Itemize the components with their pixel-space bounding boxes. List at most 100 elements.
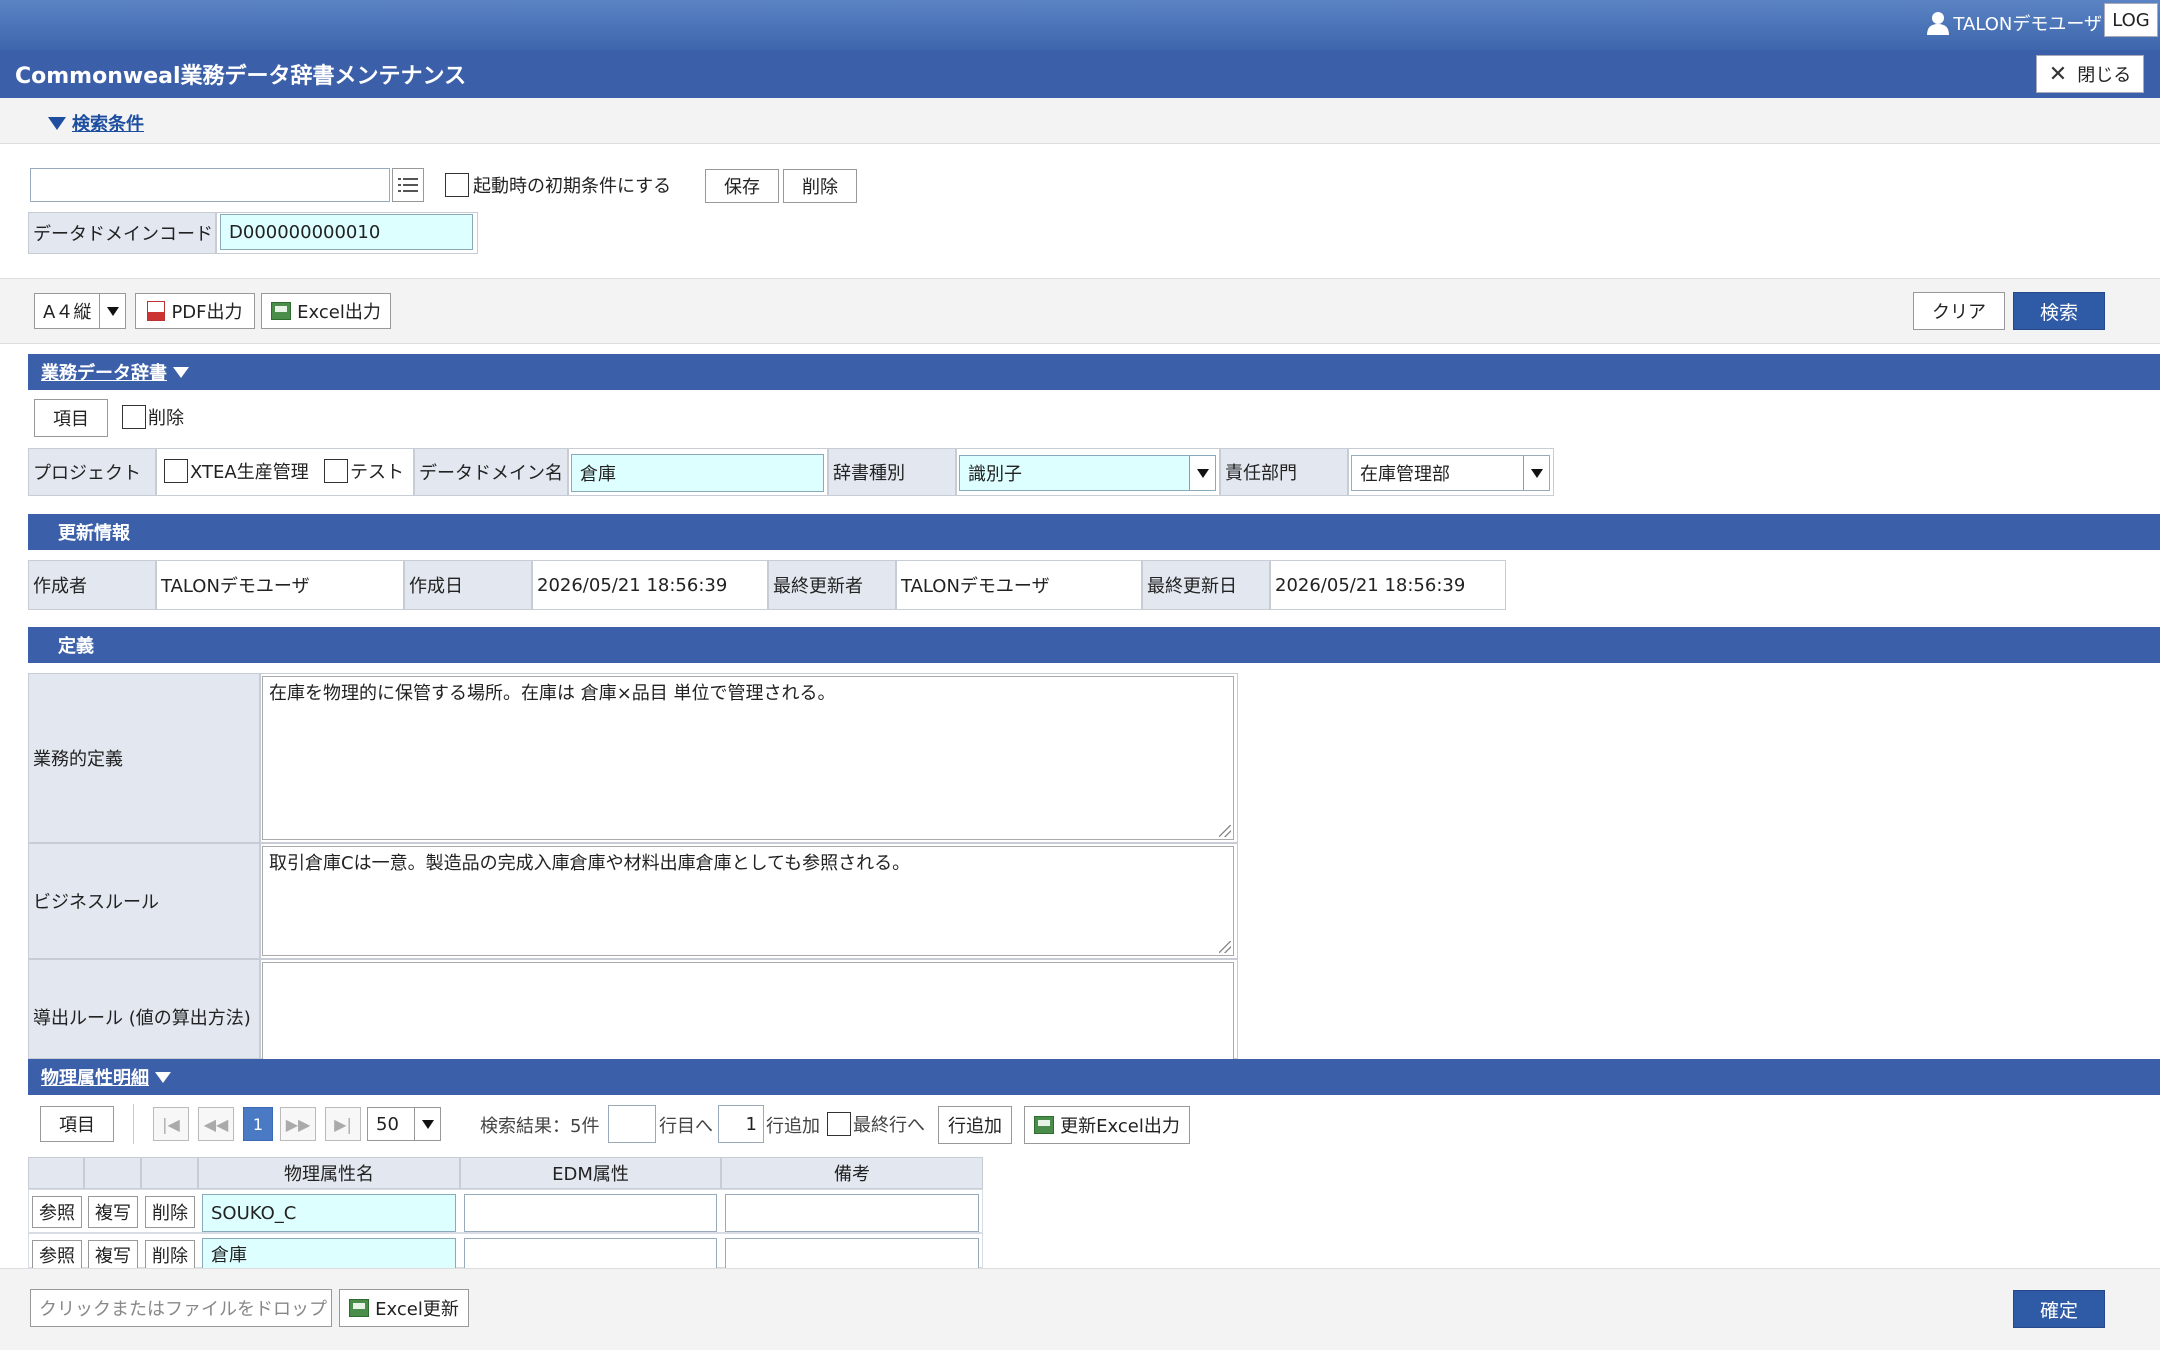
domain-name-input[interactable]: 倉庫: [571, 454, 824, 492]
file-drop-input[interactable]: クリックまたはファイルをドロップ: [30, 1289, 332, 1327]
goto-row-input[interactable]: [608, 1105, 656, 1143]
first-page-icon[interactable]: |◀: [153, 1107, 189, 1141]
dict-type-select[interactable]: 識別子: [959, 455, 1216, 491]
excel-icon: [271, 302, 292, 320]
result-count: 検索結果：5件: [480, 1116, 600, 1137]
divider: [133, 1104, 134, 1144]
confirm-button[interactable]: 確定: [2013, 1290, 2105, 1328]
definition-title: 定義: [58, 636, 94, 657]
resize-grip-icon[interactable]: [1219, 941, 1231, 953]
triangle-down-icon: [48, 116, 66, 130]
table-header-blank: [84, 1157, 141, 1189]
business-def-text: 在庫を物理的に保管する場所。在庫は 倉庫×品目 単位で管理される。: [269, 683, 836, 704]
next-page-icon[interactable]: ▶▶: [280, 1107, 316, 1141]
close-button[interactable]: ✕ 閉じる: [2036, 55, 2144, 93]
updated-date-value: 2026/05/21 18:56:39: [1270, 560, 1506, 610]
dict-type-label: 辞書種別: [828, 448, 956, 496]
last-page-icon[interactable]: ▶|: [325, 1107, 361, 1141]
physical-name-input[interactable]: 倉庫: [202, 1238, 456, 1268]
dept-select[interactable]: 在庫管理部: [1351, 455, 1550, 491]
checkbox[interactable]: [324, 459, 348, 483]
search-conditions-toggle[interactable]: 検索条件: [48, 110, 144, 136]
note-input[interactable]: [725, 1194, 979, 1232]
search-button[interactable]: 検索: [2013, 292, 2105, 330]
excel-update-button[interactable]: Excel更新: [339, 1289, 469, 1327]
delete-row-button[interactable]: 削除: [145, 1240, 195, 1268]
business-rule-label: ビジネスルール: [28, 843, 260, 959]
domain-name-label: データドメイン名: [414, 448, 568, 496]
add-row-count-input[interactable]: 1: [718, 1105, 764, 1143]
dept-label: 責任部門: [1220, 448, 1348, 496]
physical-name-input[interactable]: SOUKO_C: [202, 1194, 456, 1232]
project-option-label: XTEA生産管理: [190, 462, 309, 483]
condition-name-input[interactable]: [30, 168, 390, 202]
updater-label: 最終更新者: [768, 560, 896, 610]
project-option-test[interactable]: テスト: [324, 458, 404, 484]
page-size-select[interactable]: 50: [367, 1107, 441, 1141]
excel-icon: [349, 1299, 370, 1317]
clear-button[interactable]: クリア: [1913, 292, 2005, 330]
creator-label: 作成者: [28, 560, 156, 610]
paper-size-value: A４縦: [43, 302, 92, 323]
copy-row-button[interactable]: 複写: [88, 1196, 138, 1228]
chevron-down-icon: [99, 294, 125, 328]
view-row-button[interactable]: 参照: [32, 1196, 82, 1228]
domain-code-input[interactable]: D000000000010: [220, 214, 473, 250]
table-header-blank: [141, 1157, 198, 1189]
business-rule-textarea[interactable]: 取引倉庫Cは一意。製造品の完成入庫倉庫や材料出庫倉庫としても参照される。: [262, 846, 1234, 956]
current-page[interactable]: 1: [243, 1107, 273, 1141]
delete-condition-button[interactable]: 削除: [783, 169, 857, 203]
update-excel-export-label: 更新Excel出力: [1060, 1116, 1180, 1137]
project-option-xtea[interactable]: XTEA生産管理: [164, 458, 309, 484]
copy-row-button[interactable]: 複写: [88, 1240, 138, 1268]
pdf-export-button[interactable]: PDF出力: [135, 293, 255, 329]
column-header-physical-name: 物理属性名: [198, 1157, 460, 1189]
condition-list-button[interactable]: [392, 168, 424, 202]
close-label: 閉じる: [2077, 65, 2132, 86]
column-header-edm: EDM属性: [460, 1157, 721, 1189]
checkbox[interactable]: [122, 405, 146, 429]
edm-attribute-input[interactable]: [464, 1238, 717, 1268]
chevron-down-icon: [1189, 456, 1215, 490]
delete-row-button[interactable]: 削除: [145, 1196, 195, 1228]
log-button[interactable]: LOG: [2104, 3, 2158, 37]
user-info[interactable]: TALONデモユーザ: [1927, 6, 2102, 40]
close-icon: ✕: [2048, 61, 2068, 87]
business-def-textarea[interactable]: 在庫を物理的に保管する場所。在庫は 倉庫×品目 単位で管理される。: [262, 676, 1234, 840]
checkbox[interactable]: [164, 459, 188, 483]
prev-page-icon[interactable]: ◀◀: [198, 1107, 234, 1141]
add-row-count-label: 行追加: [766, 1116, 820, 1137]
save-condition-button[interactable]: 保存: [705, 169, 779, 203]
dept-value: 在庫管理部: [1360, 464, 1450, 485]
delete-checkbox[interactable]: 削除: [122, 404, 184, 430]
search-conditions-header: [0, 98, 2160, 144]
derivation-textarea[interactable]: [262, 962, 1234, 1062]
edm-attribute-input[interactable]: [464, 1194, 717, 1232]
project-label: プロジェクト: [28, 448, 156, 496]
checkbox[interactable]: [445, 173, 469, 197]
user-icon: [1927, 12, 1950, 35]
last-row-checkbox[interactable]: 最終行へ: [827, 1111, 925, 1137]
note-input[interactable]: [725, 1238, 979, 1268]
business-rule-text: 取引倉庫Cは一意。製造品の完成入庫倉庫や材料出庫倉庫としても参照される。: [269, 853, 911, 874]
goto-row-label: 行目へ: [659, 1116, 713, 1137]
add-row-button[interactable]: 行追加: [938, 1106, 1012, 1144]
dictionary-items-button[interactable]: 項目: [34, 399, 108, 437]
physical-items-button[interactable]: 項目: [40, 1106, 114, 1142]
excel-export-button[interactable]: Excel出力: [261, 293, 391, 329]
triangle-down-icon: [173, 366, 189, 378]
resize-grip-icon[interactable]: [1219, 825, 1231, 837]
user-name: TALONデモユーザ: [1953, 14, 2102, 35]
initial-condition-checkbox[interactable]: 起動時の初期条件にする: [445, 172, 671, 198]
update-excel-export-button[interactable]: 更新Excel出力: [1024, 1106, 1190, 1144]
view-row-button[interactable]: 参照: [32, 1240, 82, 1268]
table-header-blank: [28, 1157, 84, 1189]
excel-update-label: Excel更新: [375, 1299, 459, 1320]
dictionary-section-header[interactable]: 業務データ辞書: [28, 354, 2160, 390]
update-info-title: 更新情報: [58, 523, 130, 544]
chevron-down-icon: [414, 1108, 440, 1140]
page-size-value: 50: [376, 1113, 399, 1135]
checkbox[interactable]: [827, 1112, 851, 1136]
paper-size-select[interactable]: A４縦: [34, 293, 126, 329]
physical-section-header[interactable]: 物理属性明細: [28, 1059, 2160, 1095]
